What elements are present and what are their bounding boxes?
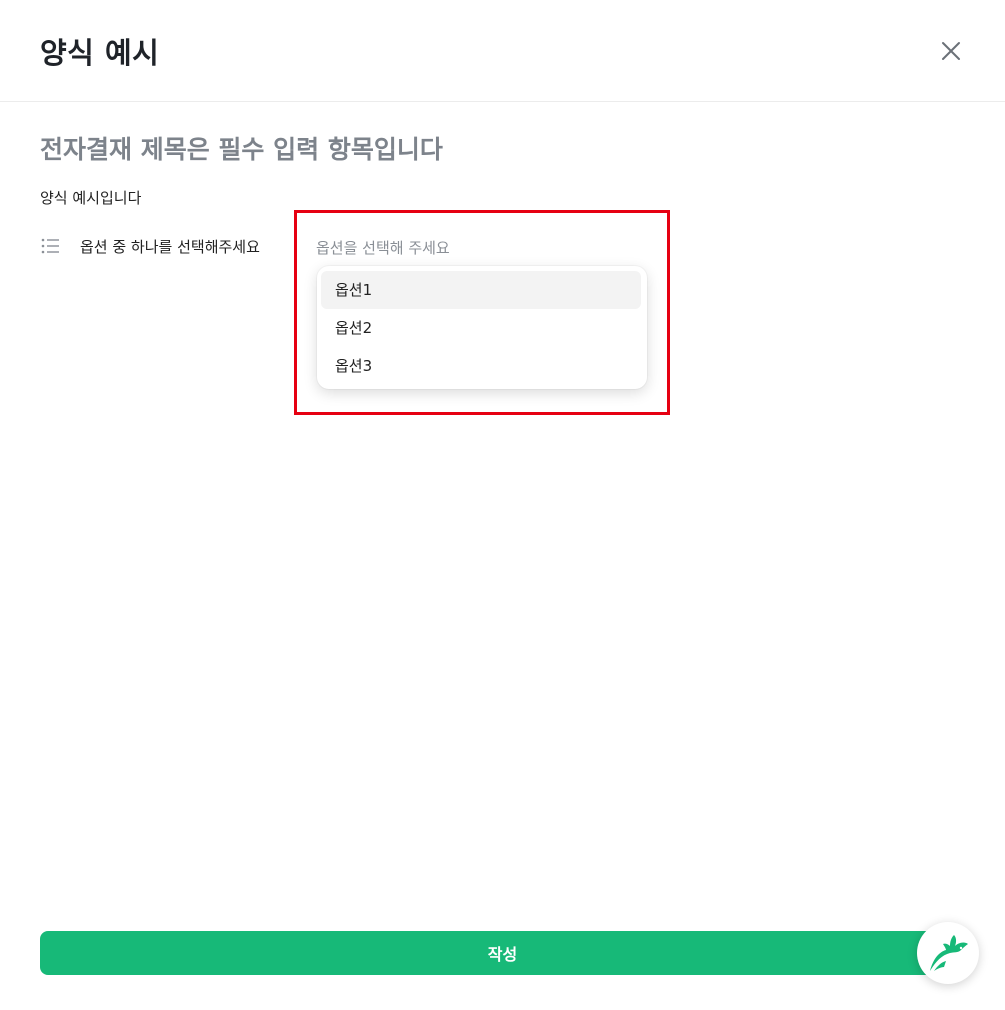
- option-select[interactable]: 옵션을 선택해 주세요: [316, 237, 450, 258]
- modal-header: 양식 예시: [0, 0, 1005, 102]
- rabbit-logo-icon: [930, 935, 968, 971]
- form-heading: 전자결재 제목은 필수 입력 항목입니다: [40, 135, 443, 164]
- close-icon: [942, 42, 960, 60]
- option-dropdown: 옵션1 옵션2 옵션3: [317, 266, 647, 389]
- dropdown-option-3[interactable]: 옵션3: [321, 347, 641, 385]
- field-label: 옵션 중 하나를 선택해주세요: [80, 238, 260, 256]
- list-icon: [40, 236, 62, 256]
- submit-button[interactable]: 작성: [40, 931, 965, 975]
- form-modal: 양식 예시 전자결재 제목은 필수 입력 항목입니다 양식 예시입니다 옵션 중…: [0, 0, 1005, 1010]
- form-description: 양식 예시입니다: [40, 189, 142, 207]
- submit-button-label: 작성: [487, 945, 518, 964]
- dropdown-option-1[interactable]: 옵션1: [321, 271, 641, 309]
- modal-title: 양식 예시: [40, 36, 160, 70]
- dropdown-option-2[interactable]: 옵션2: [321, 309, 641, 347]
- chat-launcher-button[interactable]: [917, 922, 979, 984]
- close-button[interactable]: [934, 34, 968, 68]
